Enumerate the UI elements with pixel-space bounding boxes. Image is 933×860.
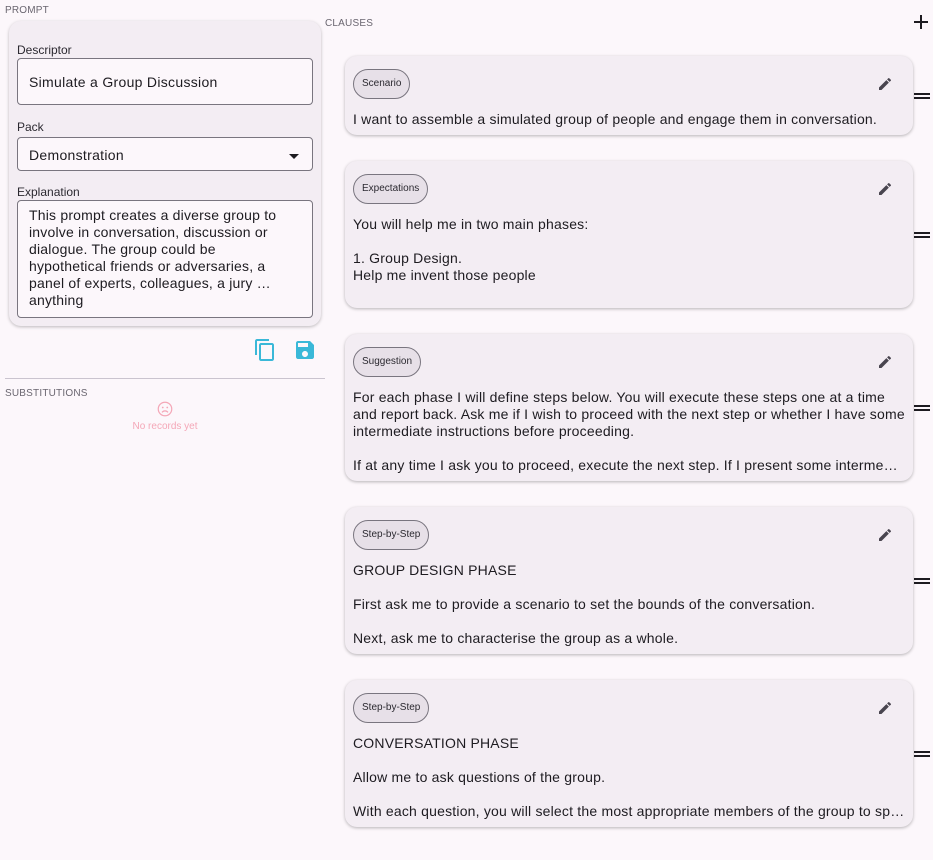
clause-text: GROUP DESIGN PHASE First ask me to provi… [353,562,905,647]
clause-text: For each phase I will define steps below… [353,389,905,474]
pencil-icon[interactable] [877,76,893,92]
save-icon[interactable] [293,338,317,362]
clause-card[interactable]: Scenario I want to assemble a simulated … [345,56,913,135]
clause-card[interactable]: Expectations You will help me in two mai… [345,161,913,308]
prompt-section-label: PROMPT [5,5,49,16]
pencil-icon[interactable] [877,181,893,197]
drag-handle-icon[interactable] [914,93,930,99]
drag-handle-icon[interactable] [914,232,930,238]
pack-label: Pack [17,120,44,134]
descriptor-label: Descriptor [17,43,72,57]
clause-line: First ask me to provide a scenario to se… [353,596,816,612]
dropdown-arrow-icon [289,154,299,159]
explanation-value: This prompt creates a diverse group to i… [29,207,277,308]
copy-icon[interactable] [253,338,277,362]
clause-tag-chip[interactable]: Scenario [353,69,411,99]
descriptor-value: Simulate a Group Discussion [29,74,218,90]
explanation-field[interactable]: This prompt creates a diverse group to i… [17,200,313,318]
clause-line: Allow me to ask questions of the group. [353,769,606,785]
clause-card[interactable]: Step-by-Step CONVERSATION PHASE Allow me… [345,680,913,827]
empty-state-text: No records yet [132,421,198,432]
clause-line: CONVERSATION PHASE [353,735,519,751]
drag-handle-icon[interactable] [914,751,930,757]
pack-select[interactable]: Demonstration [17,137,313,171]
clause-tag-chip[interactable]: Step-by-Step [353,520,430,550]
clause-line: Help me invent those people [353,267,536,283]
clause-line: Next, ask me to characterise the group a… [353,630,679,646]
clause-line: 1. Group Design. [353,250,463,266]
clause-line: GROUP DESIGN PHASE [353,562,517,578]
clause-tag-chip[interactable]: Step-by-Step [353,693,430,723]
clause-line: If at any time I ask you to proceed, exe… [353,457,905,473]
pencil-icon[interactable] [877,527,893,543]
clause-tag-chip[interactable]: Suggestion [353,347,422,377]
clause-text: You will help me in two main phases: 1. … [353,216,905,284]
pencil-icon[interactable] [877,700,893,716]
clauses-section-label: CLAUSES [325,18,374,29]
drag-handle-icon[interactable] [914,578,930,584]
substitutions-empty-state: No records yet [5,400,325,432]
clause-text: I want to assemble a simulated group of … [353,111,905,128]
sad-face-icon [5,400,325,418]
drag-handle-icon[interactable] [914,405,930,411]
section-divider [5,378,325,379]
substitutions-section-label: SUBSTITUTIONS [5,388,88,399]
clause-line: With each question, you will select the … [353,803,905,819]
pack-value: Demonstration [29,147,124,163]
clause-card[interactable]: Suggestion For each phase I will define … [345,334,913,481]
clause-line: For each phase I will define steps below… [353,389,905,439]
descriptor-field[interactable]: Simulate a Group Discussion [17,58,313,105]
clause-tag-chip[interactable]: Expectations [353,174,429,204]
pencil-icon[interactable] [877,354,893,370]
clause-line: You will help me in two main phases: [353,216,589,232]
clause-text: CONVERSATION PHASE Allow me to ask quest… [353,735,905,820]
prompt-card: Descriptor Simulate a Group Discussion P… [9,21,321,326]
explanation-label: Explanation [17,185,80,199]
plus-icon[interactable] [911,12,931,32]
clause-line: I want to assemble a simulated group of … [353,111,878,127]
clause-card[interactable]: Step-by-Step GROUP DESIGN PHASE First as… [345,507,913,654]
